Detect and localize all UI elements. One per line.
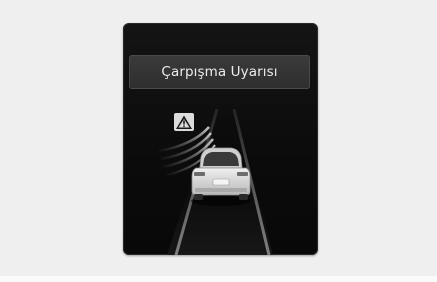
- warning-title-bar: Çarpışma Uyarısı: [129, 55, 310, 89]
- warning-triangle-icon: [174, 113, 194, 131]
- warning-title: Çarpışma Uyarısı: [161, 64, 278, 80]
- page: Çarpışma Uyarısı: [0, 0, 437, 282]
- cluster-display: Çarpışma Uyarısı: [123, 23, 318, 255]
- bottom-band: [0, 276, 437, 282]
